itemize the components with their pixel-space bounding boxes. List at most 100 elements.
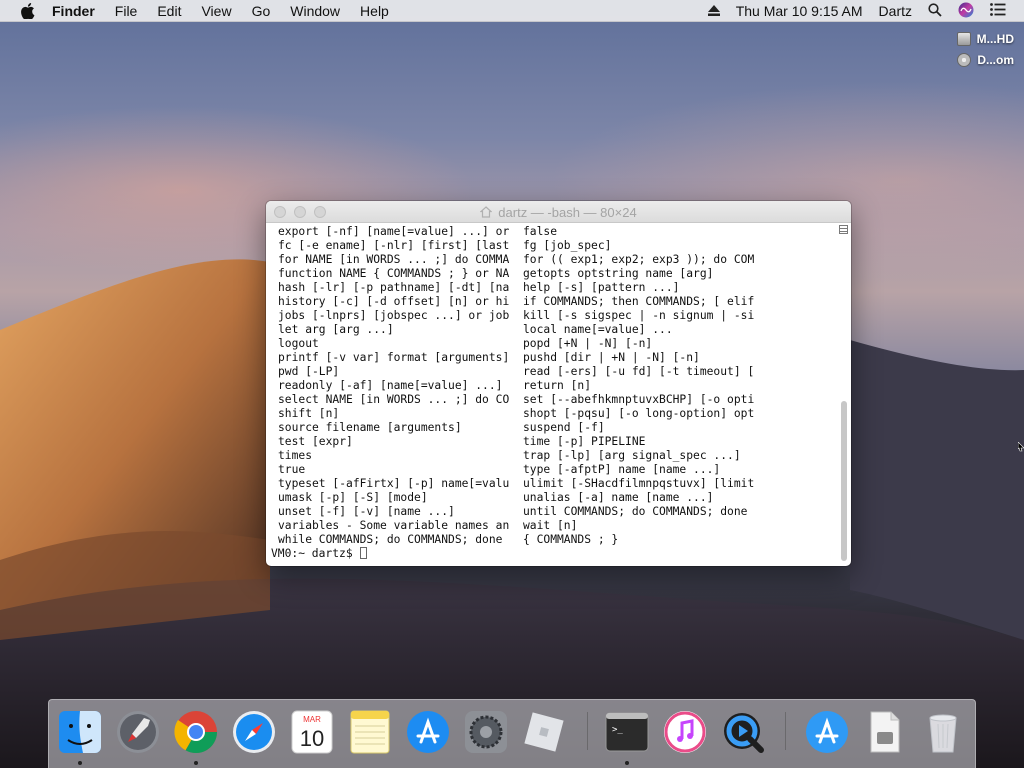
terminal-line: times trap [-lp] [arg signal_spec ...] [271,449,831,463]
terminal-line-right: time [-p] PIPELINE [523,435,646,448]
menubar-user[interactable]: Dartz [879,3,912,19]
running-indicator [194,761,198,765]
terminal-line-left: variables - Some variable names an [278,519,510,532]
menubar-clock[interactable]: Thu Mar 10 9:15 AM [736,3,863,19]
itunes-icon[interactable] [661,708,709,756]
terminal-line-left: source filename [arguments] [278,421,462,434]
terminal-line-left: select NAME [in WORDS ... ;] do CO [278,393,510,406]
spotlight-search-icon[interactable] [928,2,942,20]
terminal-line: history [-c] [-d offset] [n] or hi if COM… [271,295,831,309]
terminal-line-right: fg [job_spec] [523,239,612,252]
terminal-titlebar[interactable]: dartz — -bash — 80×24 [266,201,851,223]
terminal-line-right: popd [+N | -N] [-n] [523,337,653,350]
system-preferences-icon[interactable] [462,708,510,756]
safari-icon[interactable] [230,708,278,756]
terminal-line-right: wait [n] [523,519,578,532]
shell-prompt: VM0:~ dartz$ [271,547,368,561]
menu-view[interactable]: View [201,3,231,19]
split-pane-icon[interactable] [839,225,848,234]
terminal-window: dartz — -bash — 80×24 export [-nf] [name… [266,201,851,566]
terminal-line-left: logout [278,337,319,350]
running-indicator [78,761,82,765]
desktop-disk-dvd[interactable]: D...om [957,51,1014,69]
terminal-line: jobs [-lnprs] [jobspec ...] or job kill [… [271,309,831,323]
calendar-icon[interactable]: MAR 10 [288,708,336,756]
apple-menu-icon[interactable] [20,2,36,19]
terminal-line-right: if COMMANDS; then COMMANDS; [ elif [523,295,755,308]
dock-separator [587,712,588,750]
terminal-line-right: suspend [-f] [523,421,605,434]
menu-help[interactable]: Help [360,3,389,19]
dock-separator [785,712,786,750]
terminal-line-left: while COMMANDS; do COMMANDS; done [278,533,503,546]
hard-drive-icon [956,32,971,46]
terminal-line-right: unalias [-a] name [name ...] [523,491,714,504]
disk-label: M...HD [976,32,1014,46]
siri-icon[interactable] [958,2,974,21]
terminal-line-right: local name[=value] ... [523,323,673,336]
trash-icon[interactable] [919,708,967,756]
terminal-line-right: pushd [dir | +N | -N] [-n] [523,351,700,364]
terminal-output[interactable]: export [-nf] [name[=value] ...] or false f… [271,225,831,563]
terminal-line-right: for (( exp1; exp2; exp3 )); do COM [523,253,755,266]
terminal-line-left: true [278,463,306,476]
terminal-line-left: jobs [-lnprs] [jobspec ...] or job [278,309,510,322]
terminal-line: variables - Some variable names an wait [… [271,519,831,533]
app-store-icon[interactable] [404,708,452,756]
chrome-icon[interactable] [172,708,220,756]
eject-icon[interactable] [707,3,720,19]
terminal-line: function NAME { COMMANDS ; } or NA getopt… [271,267,831,281]
app-store-download-icon[interactable] [803,708,851,756]
document-icon[interactable] [861,708,909,756]
notification-center-icon[interactable] [990,3,1006,19]
terminal-line: typeset [-afFirtx] [-p] name[=valu ulimit… [271,477,831,491]
terminal-line-right: shopt [-pqsu] [-o long-option] opt [523,407,755,420]
terminal-line: printf [-v var] format [arguments] pushd … [271,351,831,365]
terminal-line: select NAME [in WORDS ... ;] do CO set [-… [271,393,831,407]
menu-file[interactable]: File [115,3,138,19]
terminal-line: let arg [arg ...] local name[=value] ... [271,323,831,337]
running-indicator [625,761,629,765]
desktop-disk-macintosh-hd[interactable]: M...HD [956,30,1014,48]
finder-icon[interactable] [56,708,104,756]
terminal-line: for NAME [in WORDS ... ;] do COMMA for ((… [271,253,831,267]
optical-disc-icon [957,53,972,67]
terminal-line: true type [-afptP] name [name ...] [271,463,831,477]
menu-app-name[interactable]: Finder [52,3,95,19]
menu-go[interactable]: Go [252,3,271,19]
launchpad-icon[interactable] [114,708,162,756]
mouse-pointer-icon [1018,442,1024,452]
terminal-line-left: hash [-lr] [-p pathname] [-dt] [na [278,281,510,294]
window-title: dartz — -bash — 80×24 [266,201,851,223]
calendar-day: 10 [300,726,324,751]
terminal-prompt-line[interactable]: VM0:~ dartz$ [271,547,831,561]
terminal-line-right: { COMMANDS ; } [523,533,619,546]
terminal-line-left: umask [-p] [-S] [mode] [278,491,428,504]
terminal-line-left: let arg [arg ...] [278,323,394,336]
terminal-line: hash [-lr] [-p pathname] [-dt] [na help [… [271,281,831,295]
terminal-line-left: history [-c] [-d offset] [n] or hi [278,295,510,308]
terminal-line-left: times [278,449,313,462]
calendar-month: MAR [303,715,321,724]
terminal-line-right: until COMMANDS; do COMMANDS; done [523,505,748,518]
terminal-line: source filename [arguments] suspend [-f] [271,421,831,435]
terminal-line-right: false [523,225,558,238]
terminal-icon[interactable]: >_ [603,708,651,756]
menu-edit[interactable]: Edit [157,3,181,19]
terminal-line: umask [-p] [-S] [mode] unalias [-a] name … [271,491,831,505]
terminal-line: readonly [-af] [name[=value] ...] return … [271,379,831,393]
roblox-icon[interactable] [520,708,568,756]
terminal-line-right: type [-afptP] name [name ...] [523,463,721,476]
notes-icon[interactable] [346,708,394,756]
menu-window[interactable]: Window [290,3,340,19]
terminal-line: fc [-e ename] [-nlr] [first] [last fg [jo… [271,239,831,253]
terminal-line-left: test [expr] [278,435,353,448]
quicktime-icon[interactable] [719,708,767,756]
terminal-line-right: return [n] [523,379,592,392]
terminal-line-left: fc [-e ename] [-nlr] [first] [last [278,239,510,252]
terminal-line: while COMMANDS; do COMMANDS; done { COMMA… [271,533,831,547]
terminal-scrollbar[interactable] [841,401,847,561]
terminal-line-right: trap [-lp] [arg signal_spec ...] [523,449,741,462]
terminal-line-right: help [-s] [pattern ...] [523,281,680,294]
menu-bar: Finder File Edit View Go Window Help Thu… [0,0,1024,22]
